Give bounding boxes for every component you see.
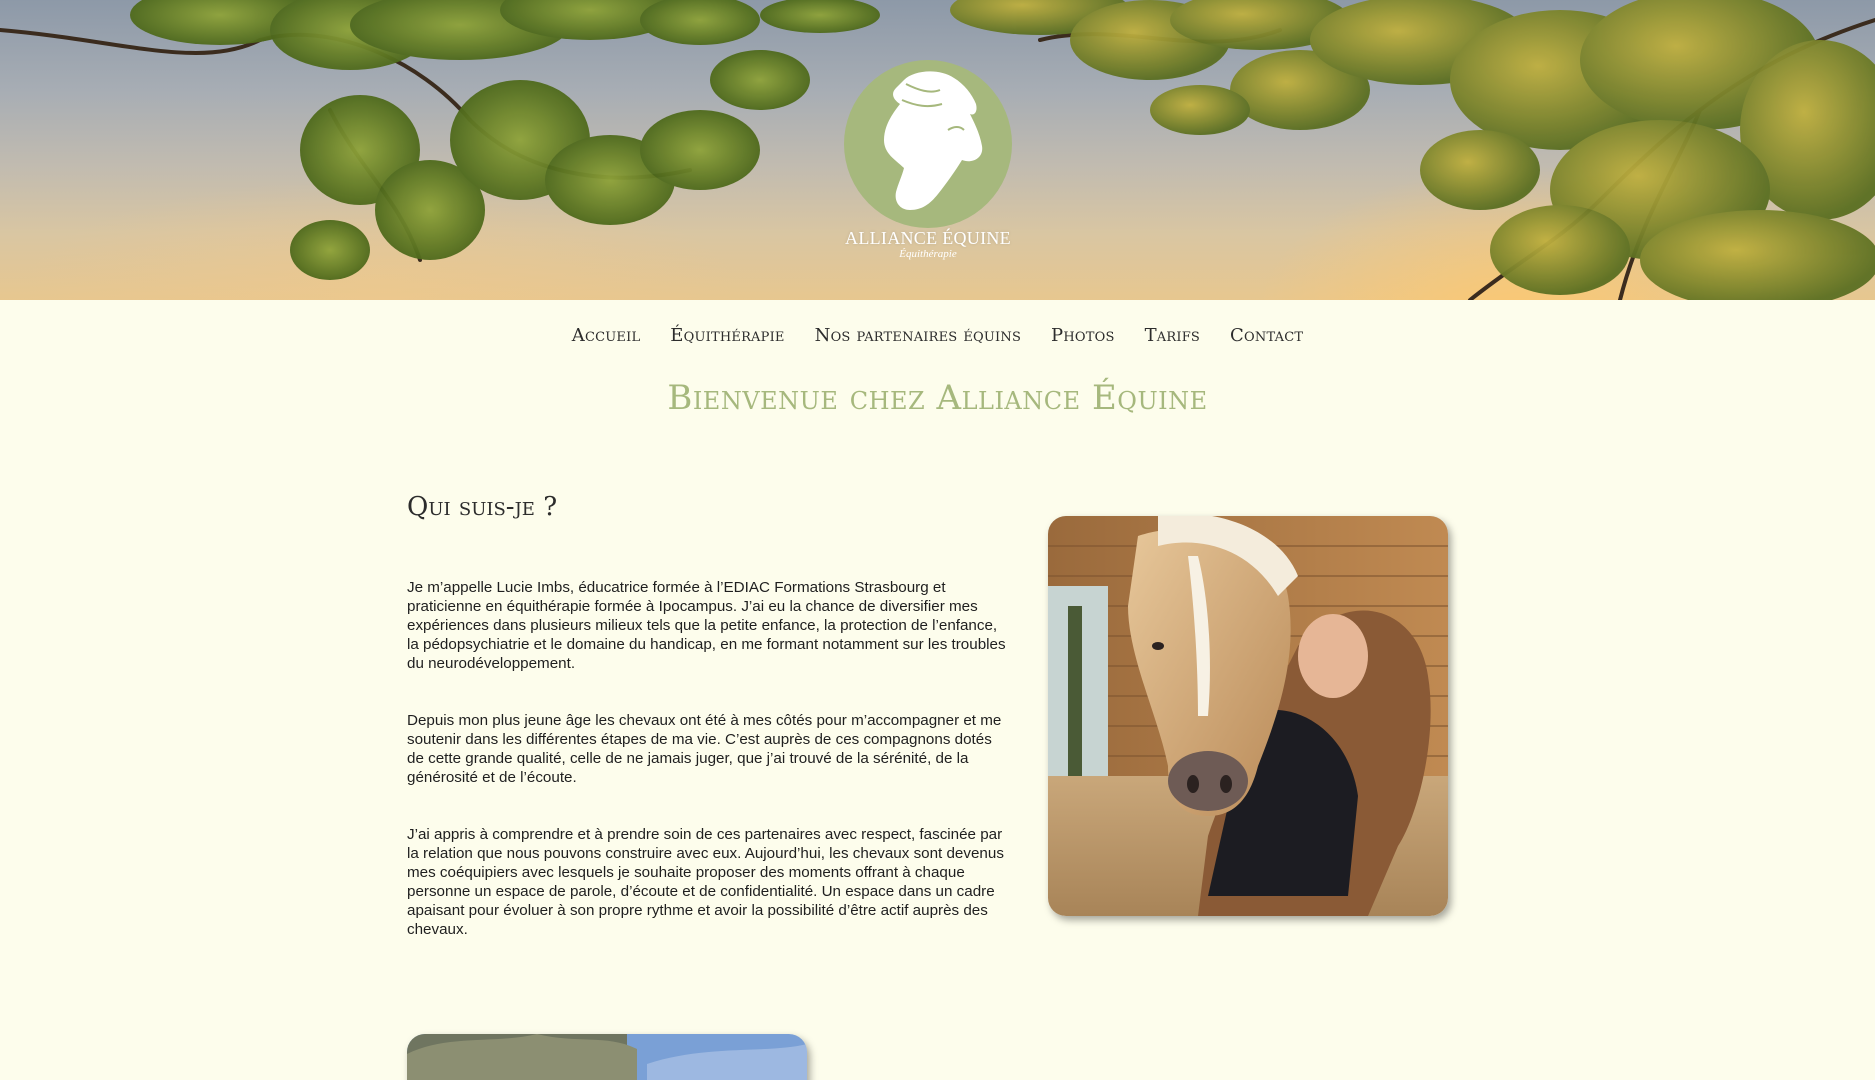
page: ALLIANCE ÉQUINE Équithérapie Accueil Équ… — [0, 0, 1875, 1080]
nav-item-tarifs[interactable]: Tarifs — [1145, 325, 1200, 346]
nav-item-partenaires[interactable]: Nos partenaires équins — [815, 325, 1021, 346]
nav-item-accueil[interactable]: Accueil — [572, 325, 641, 346]
horse-head-icon — [884, 71, 983, 210]
bio-paragraph-2: Depuis mon plus jeune âge les chevaux on… — [407, 712, 1002, 786]
bio-paragraph-3: J’ai appris à comprendre et à prendre so… — [407, 826, 1004, 938]
brand-name: ALLIANCE ÉQUINE — [845, 228, 1011, 248]
logo-horse-emblem — [844, 60, 1012, 228]
hero-banner: ALLIANCE ÉQUINE Équithérapie — [0, 0, 1875, 300]
nav-item-photos[interactable]: Photos — [1051, 325, 1115, 346]
brand-tagline: Équithérapie — [899, 248, 957, 260]
welcome-heading: Bienvenue chez Alliance Équine — [667, 378, 1208, 418]
nav-item-contact[interactable]: Contact — [1230, 325, 1303, 346]
bio-paragraph-1: Je m’appelle Lucie Imbs, éducatrice form… — [407, 579, 1006, 672]
photo-landscape — [407, 1034, 807, 1080]
nav-item-equitherapie[interactable]: Équithérapie — [670, 325, 784, 346]
logo[interactable]: ALLIANCE ÉQUINE Équithérapie — [842, 60, 1014, 270]
photo-lucie-with-horse — [1048, 516, 1448, 916]
main-navigation: Accueil Équithérapie Nos partenaires équ… — [0, 320, 1875, 350]
section-title: Qui suis-je ? — [407, 492, 558, 522]
